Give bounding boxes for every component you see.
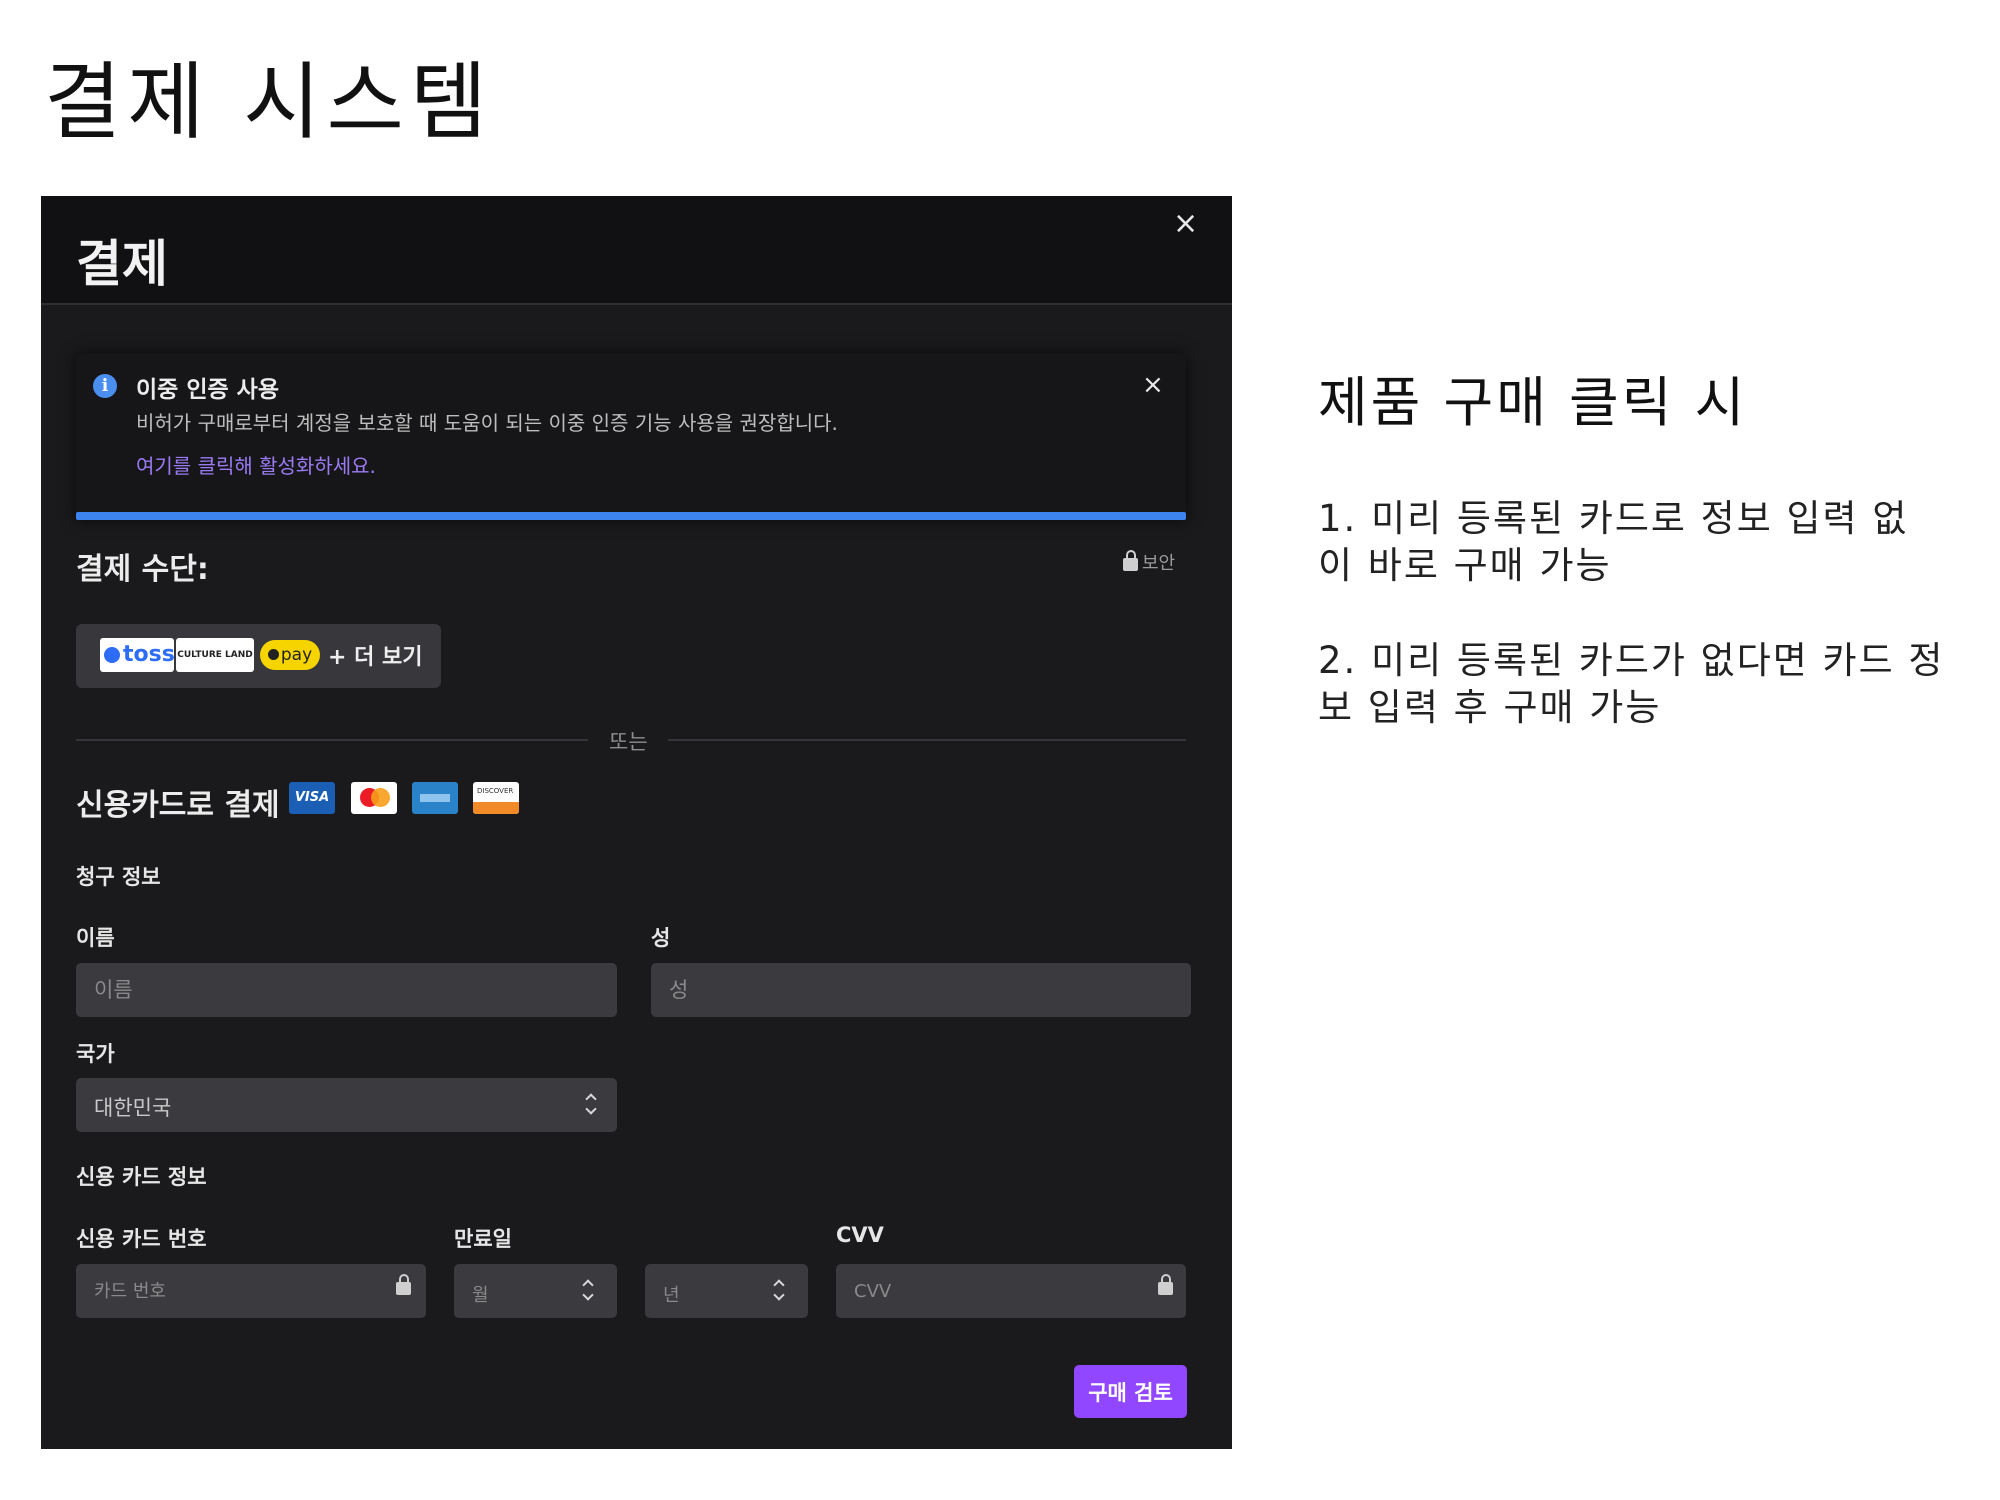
mastercard-icon — [351, 782, 397, 814]
last-name-input[interactable] — [651, 963, 1191, 1017]
country-value: 대한민국 — [94, 1096, 172, 1120]
kpay-label: pay — [280, 645, 313, 665]
payment-modal: 결제 × i 이중 인증 사용 비허가 구매로부터 계정을 보호할 때 도움이 … — [41, 196, 1232, 1449]
cultureland-logo: CULTURE LAND — [176, 638, 254, 672]
card-number-label: 신용 카드 번호 — [76, 1227, 207, 1251]
more-methods-label: + 더 보기 — [328, 645, 423, 670]
toss-label: toss — [123, 642, 175, 667]
cvv-lock-icon — [1158, 1274, 1173, 1295]
slide-title: 결제 시스템 — [44, 53, 494, 151]
cvv-input[interactable] — [836, 1264, 1186, 1318]
note-item-1: 1. 미리 등록된 카드로 정보 입력 없이 바로 구매 가능 — [1318, 497, 1909, 587]
note-item-2: 2. 미리 등록된 카드가 없다면 카드 정보 입력 후 구매 가능 — [1318, 639, 1945, 729]
expiry-label: 만료일 — [454, 1227, 512, 1251]
alert-activate-link[interactable]: 여기를 클릭해 활성화하세요. — [136, 450, 376, 479]
kakao-bubble-icon — [267, 649, 279, 660]
modal-header: 결제 × — [41, 196, 1232, 305]
visa-icon: VISA — [289, 782, 335, 814]
info-icon: i — [93, 374, 117, 398]
notes-title: 제품 구매 클릭 시 — [1318, 371, 1748, 434]
divider-left — [76, 739, 588, 741]
or-separator: 또는 — [609, 730, 648, 754]
select-arrows-icon — [773, 1279, 787, 1303]
first-name-label: 이름 — [76, 926, 115, 950]
toss-dot-icon — [104, 647, 120, 663]
year-placeholder: 년 — [663, 1285, 680, 1306]
select-arrows-icon — [585, 1093, 599, 1117]
alert-body: 비허가 구매로부터 계정을 보호할 때 도움이 되는 이중 인증 기능 사용을 … — [136, 411, 838, 435]
toss-logo: toss — [100, 638, 175, 672]
divider-right — [668, 739, 1186, 741]
select-arrows-icon — [582, 1279, 596, 1303]
close-icon[interactable]: × — [1173, 206, 1198, 241]
cvv-label: CVV — [836, 1223, 884, 1247]
last-name-label: 성 — [651, 926, 671, 950]
alert-title: 이중 인증 사용 — [136, 377, 279, 403]
amex-icon — [412, 782, 458, 814]
payment-method-heading: 결제 수단: — [76, 552, 209, 587]
country-select[interactable]: 대한민국 — [76, 1078, 617, 1132]
review-purchase-button[interactable]: 구매 검토 — [1074, 1365, 1187, 1418]
secure-indicator: 보안 — [1123, 549, 1175, 575]
modal-title: 결제 — [76, 235, 168, 293]
card-number-input[interactable] — [76, 1264, 426, 1318]
credit-card-info-heading: 신용 카드 정보 — [76, 1165, 207, 1189]
quick-pay-methods-button[interactable]: toss CULTURE LAND pay + 더 보기 — [76, 624, 441, 688]
country-label: 국가 — [76, 1042, 115, 1066]
kakaopay-logo: pay — [260, 640, 320, 670]
expiry-year-select[interactable]: 년 — [645, 1264, 808, 1318]
month-placeholder: 월 — [472, 1285, 489, 1306]
card-number-lock-icon — [396, 1274, 411, 1295]
credit-card-heading: 신용카드로 결제 — [76, 788, 280, 823]
alert-progress-bar — [76, 512, 1186, 520]
expiry-month-select[interactable]: 월 — [454, 1264, 617, 1318]
billing-info-heading: 청구 정보 — [76, 865, 161, 889]
first-name-input[interactable] — [76, 963, 617, 1017]
alert-close-icon[interactable]: × — [1142, 370, 1164, 400]
discover-icon: DISCOVER — [473, 782, 519, 814]
lock-icon — [1123, 550, 1138, 571]
secure-label: 보안 — [1142, 553, 1176, 574]
